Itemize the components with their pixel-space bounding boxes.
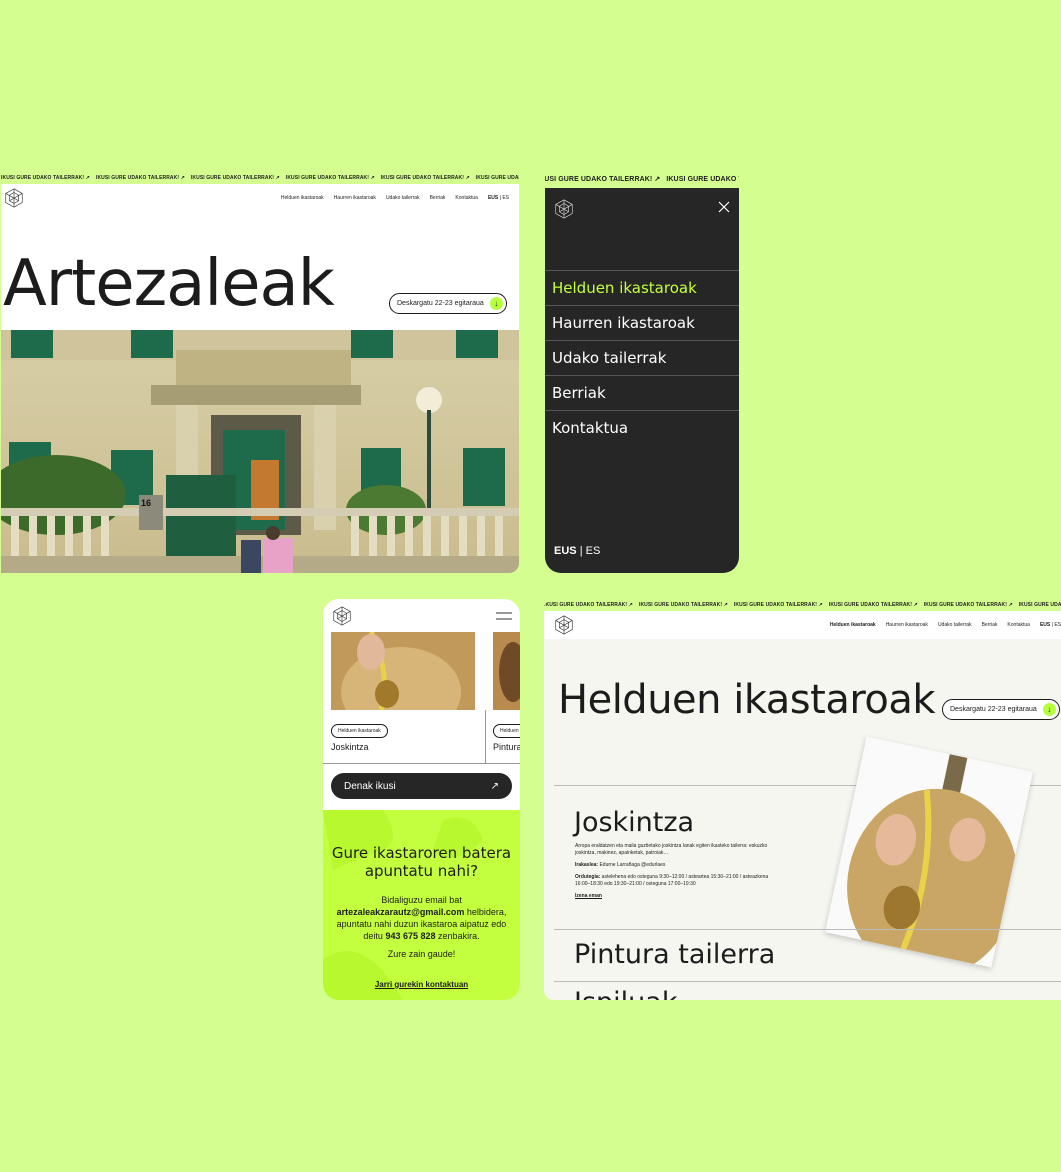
nav-item-berriak[interactable]: Berriak (430, 195, 446, 201)
ticker-item[interactable]: IKUSI GURE UDAKO TAILERRAK! ↗ (1, 175, 90, 181)
close-icon[interactable] (717, 200, 731, 214)
nav-item-udako[interactable]: Udako tailerrak (938, 622, 972, 628)
ticker-item[interactable]: IKUSI GURE UDAKO TAILERRAK! ↗ (191, 175, 280, 181)
course-tag: Helduen ikastaroak (331, 724, 388, 738)
download-program-button[interactable]: Deskargatu 22-23 egitaraua ↓ (389, 293, 507, 314)
signup-cta: Gure ikastaroren batera apuntatu nahi? B… (323, 810, 520, 1000)
arrow-down-icon: ↓ (1042, 703, 1056, 716)
mobile-menu: Helduen ikastaroak Haurren ikastaroak Ud… (545, 270, 739, 445)
main-nav: Helduen ikastaroak Haurren ikastaroak Ud… (281, 195, 509, 201)
mobile-menu-screen: IKUSI GURE UDAKO TAILERRAK! ↗ IKUSI GURE … (545, 172, 739, 573)
house-number: 16 (141, 498, 152, 508)
nav-item-kontaktua[interactable]: Kontaktua (1007, 622, 1030, 628)
menu-item-berriak[interactable]: Berriak (545, 375, 739, 410)
nav-item-udako[interactable]: Udako tailerrak (386, 195, 420, 201)
divider (485, 710, 486, 763)
mobile-courses-screen: Helduen ikastaroak Joskintza Helduen ika… (323, 599, 520, 1000)
menu-item-udako[interactable]: Udako tailerrak (545, 340, 739, 375)
course-description: Arropa eraldatzen eta maila guztietako j… (575, 843, 769, 899)
ticker-item[interactable]: IKUSI GURE UDAKO TAILERRAK! ↗ (829, 602, 918, 608)
sewing-mannequin-photo (825, 736, 1033, 968)
site-header: Helduen ikastaroak Haurren ikastaroak Ud… (1, 184, 519, 212)
nav-item-haurren[interactable]: Haurren ikastaroak (334, 195, 376, 201)
arrow-up-right-icon: ↗ (490, 780, 499, 792)
language-switch[interactable]: EUS | ES (554, 545, 600, 557)
see-all-button[interactable]: Denak ikusi ↗ (331, 773, 512, 799)
logo-icon[interactable] (331, 605, 353, 627)
ticker-item[interactable]: IKUSI GURE UDAKO TAILERRAK! ↗ (734, 602, 823, 608)
site-title: Artezaleak (3, 247, 335, 321)
course-card[interactable]: Helduen ikastaroak Pintura tailerra (485, 632, 520, 752)
ticker-bar[interactable]: IKUSI GURE UDAKO TAILERRAK! ↗ IKUSI GURE … (1, 172, 519, 184)
mobile-header (323, 599, 520, 632)
logo-icon[interactable] (3, 187, 25, 209)
divider (554, 929, 1061, 930)
ticker-item[interactable]: IKUSI GURE UDAKO TAILERRAK! ↗ (544, 602, 633, 608)
course-image (493, 632, 520, 710)
ticker-item[interactable]: IKUSI GURE UDAKO TAILERRAK! ↗ (1019, 602, 1061, 608)
email-link[interactable]: artezaleakzarautz@gmail.com (337, 907, 465, 917)
course-title-ispiluak[interactable]: Ispiluak (574, 987, 677, 1000)
site-header: Helduen ikastaroak Haurren ikastaroak Ud… (544, 611, 1061, 639)
ticker-item[interactable]: IKUSI GURE UDAKO TAILERRAK! ↗ (639, 602, 728, 608)
menu-item-haurren[interactable]: Haurren ikastaroak (545, 305, 739, 340)
divider (323, 763, 520, 764)
menu-item-kontaktua[interactable]: Kontaktua (545, 410, 739, 445)
logo-icon[interactable] (553, 614, 575, 636)
ticker-item[interactable]: IKUSI GURE UDAKO TAILERRAK! ↗ (476, 175, 519, 181)
nav-item-kontaktua[interactable]: Kontaktua (455, 195, 478, 201)
cta-closing: Zure zain gaude! (387, 949, 456, 959)
ticker-bar[interactable]: IKUSI GURE UDAKO TAILERRAK! ↗ IKUSI GURE … (545, 172, 739, 188)
ticker-item[interactable]: IKUSI GURE UDAKO TAILERRAK! ↗ (96, 175, 185, 181)
language-switch[interactable]: EUS | ES (1040, 622, 1061, 628)
course-title: Pintura tailerra (493, 742, 520, 752)
ticker-item[interactable]: IKUSI GURE UDAKO TAILERRAK! ↗ (924, 602, 1013, 608)
page-title: Helduen ikastaroak (558, 677, 936, 723)
course-tag: Helduen ikastaroak (493, 724, 520, 738)
arrow-down-icon: ↓ (489, 297, 503, 310)
logo-icon[interactable] (553, 198, 575, 220)
course-image (331, 630, 475, 737)
cta-title: Gure ikastaroren batera apuntatu nahi? (331, 844, 512, 880)
ticker-bar[interactable]: IKUSI GURE UDAKO TAILERRAK! ↗ IKUSI GURE … (544, 599, 1061, 611)
download-program-button[interactable]: Deskargatu 22-23 egitaraua ↓ (942, 699, 1060, 720)
nav-item-helduen[interactable]: Helduen ikastaroak (830, 622, 876, 628)
phone-link[interactable]: 943 675 828 (385, 931, 435, 941)
courses-page-screen: IKUSI GURE UDAKO TAILERRAK! ↗ IKUSI GURE … (544, 599, 1061, 1000)
contact-link[interactable]: Jarri gurekin kontaktuan (323, 980, 520, 989)
ticker-item[interactable]: IKUSI GURE UDAKO TAILERRAK! ↗ (545, 176, 660, 183)
building-photo (1, 330, 519, 573)
main-nav: Helduen ikastaroak Haurren ikastaroak Ud… (830, 622, 1061, 628)
menu-item-helduen[interactable]: Helduen ikastaroak (545, 270, 739, 305)
signup-link[interactable]: Izena eman (575, 893, 602, 899)
nav-item-helduen[interactable]: Helduen ikastaroak (281, 195, 324, 201)
ticker-item[interactable]: IKUSI GURE UDAKO TAILERRAK! ↗ (381, 175, 470, 181)
course-title: Joskintza (331, 742, 369, 752)
nav-item-haurren[interactable]: Haurren ikastaroak (886, 622, 928, 628)
home-screen: IKUSI GURE UDAKO TAILERRAK! ↗ IKUSI GURE … (1, 172, 519, 573)
nav-item-berriak[interactable]: Berriak (982, 622, 998, 628)
hamburger-menu-icon[interactable] (496, 611, 512, 621)
course-title-joskintza[interactable]: Joskintza (574, 807, 694, 838)
cta-text: Bidaliguzu email bat artezaleakzarautz@gm… (336, 895, 507, 941)
ticker-item[interactable]: IKUSI GURE UDAKO TAILERRAK! ↗ (286, 175, 375, 181)
course-card[interactable]: Helduen ikastaroak Joskintza (323, 630, 475, 752)
language-switch[interactable]: EUS | ES (488, 195, 509, 201)
course-title-pintura[interactable]: Pintura tailerra (574, 939, 775, 970)
ticker-item[interactable]: IKUSI GURE UDAKO TAILERRAK! ↗ (666, 176, 739, 183)
divider (554, 981, 1061, 982)
